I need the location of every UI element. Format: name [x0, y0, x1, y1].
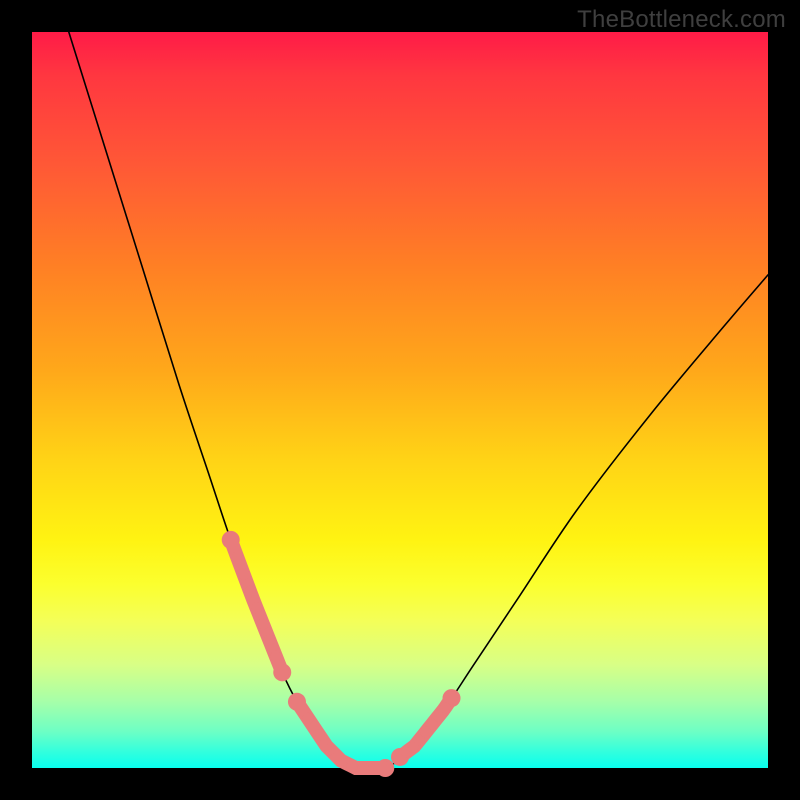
chart-frame: TheBottleneck.com	[0, 0, 800, 800]
bottleneck-curve	[69, 32, 768, 770]
curve-svg	[32, 32, 768, 768]
plot-area	[32, 32, 768, 768]
watermark-text: TheBottleneck.com	[577, 6, 786, 34]
highlight-dots	[222, 531, 461, 777]
